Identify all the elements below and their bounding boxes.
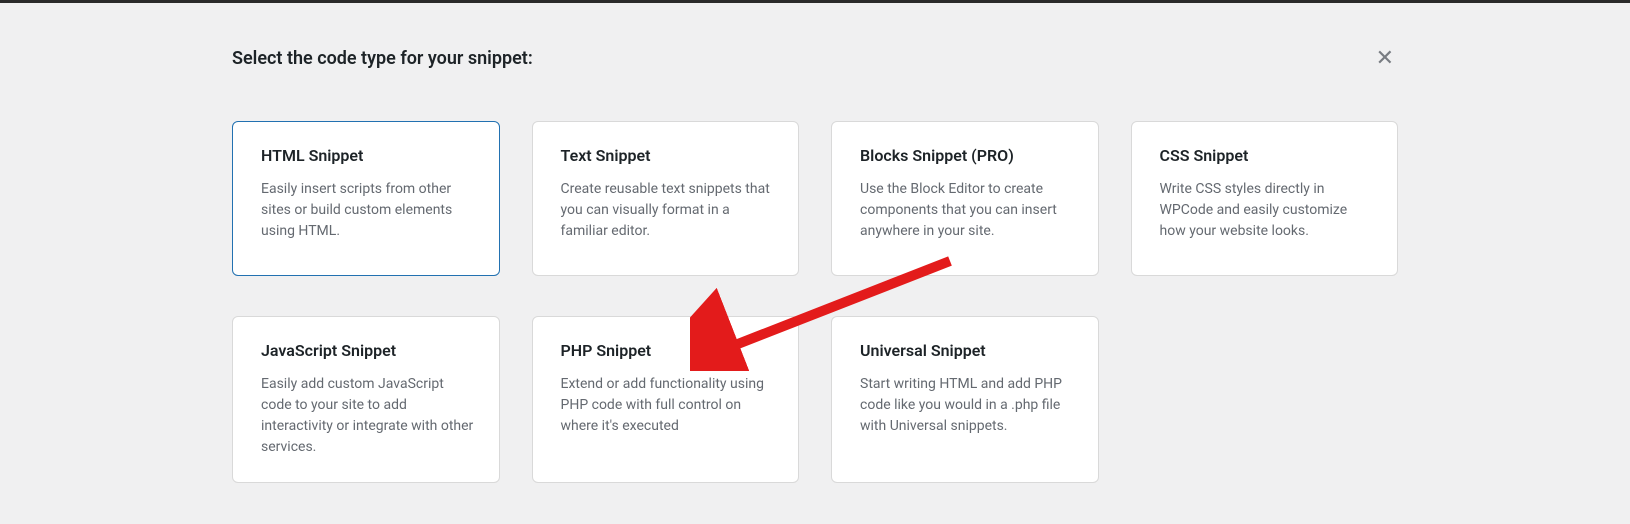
card-title: JavaScript Snippet <box>261 341 475 360</box>
close-button[interactable]: ✕ <box>1372 43 1398 73</box>
card-title: Blocks Snippet (PRO) <box>860 146 1074 165</box>
card-description: Start writing HTML and add PHP code like… <box>860 374 1074 437</box>
card-title: CSS Snippet <box>1160 146 1374 165</box>
card-description: Use the Block Editor to create component… <box>860 179 1074 242</box>
card-universal-snippet[interactable]: Universal Snippet Start writing HTML and… <box>831 316 1099 483</box>
card-description: Easily add custom JavaScript code to you… <box>261 374 475 458</box>
card-description: Create reusable text snippets that you c… <box>561 179 775 242</box>
card-html-snippet[interactable]: HTML Snippet Easily insert scripts from … <box>232 121 500 276</box>
card-javascript-snippet[interactable]: JavaScript Snippet Easily add custom Jav… <box>232 316 500 483</box>
card-php-snippet[interactable]: PHP Snippet Extend or add functionality … <box>532 316 800 483</box>
card-title: PHP Snippet <box>561 341 775 360</box>
card-description: Write CSS styles directly in WPCode and … <box>1160 179 1374 242</box>
card-description: Easily insert scripts from other sites o… <box>261 179 475 242</box>
header: Select the code type for your snippet: ✕ <box>232 43 1398 73</box>
card-css-snippet[interactable]: CSS Snippet Write CSS styles directly in… <box>1131 121 1399 276</box>
card-title: Universal Snippet <box>860 341 1074 360</box>
card-title: Text Snippet <box>561 146 775 165</box>
card-title: HTML Snippet <box>261 146 475 165</box>
snippet-type-selector: Select the code type for your snippet: ✕… <box>0 3 1630 483</box>
card-grid: HTML Snippet Easily insert scripts from … <box>232 121 1398 483</box>
card-text-snippet[interactable]: Text Snippet Create reusable text snippe… <box>532 121 800 276</box>
card-blocks-snippet[interactable]: Blocks Snippet (PRO) Use the Block Edito… <box>831 121 1099 276</box>
card-description: Extend or add functionality using PHP co… <box>561 374 775 437</box>
close-icon: ✕ <box>1376 45 1394 70</box>
page-title: Select the code type for your snippet: <box>232 48 533 69</box>
